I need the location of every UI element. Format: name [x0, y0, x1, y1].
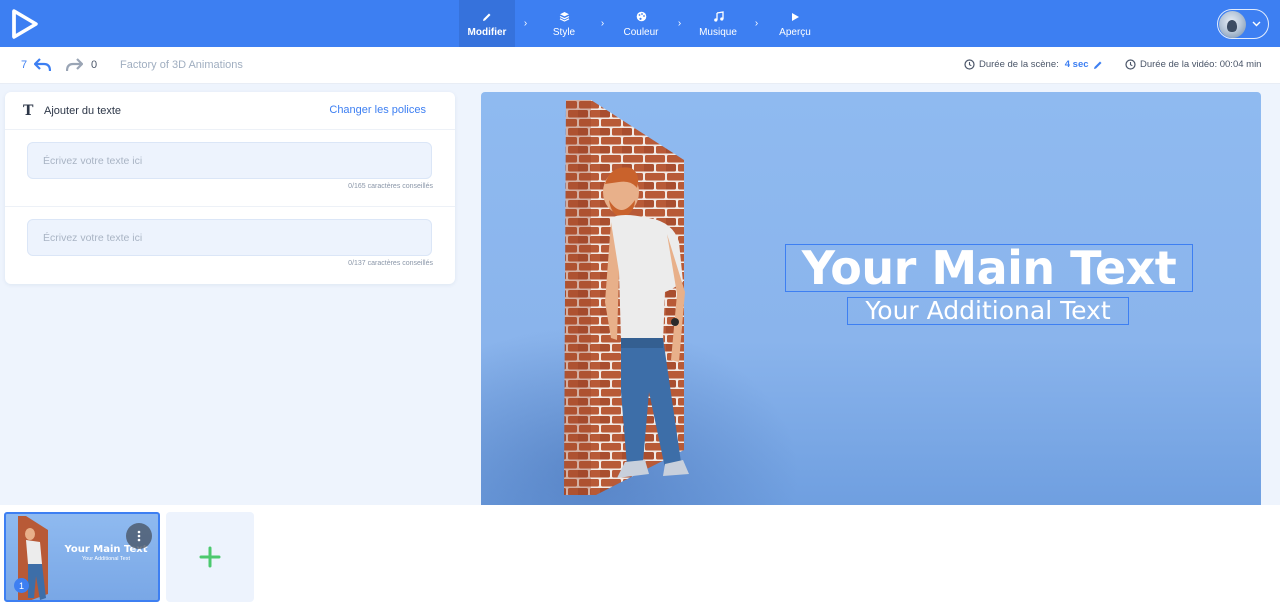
step-modifier[interactable]: Modifier [459, 0, 515, 47]
layers-icon [559, 10, 570, 24]
text-icon: T [23, 103, 34, 119]
text-field-block: 0/165 caractères conseillés [5, 130, 455, 207]
chevron-right-icon: › [754, 18, 759, 29]
chevron-down-icon [1252, 21, 1261, 27]
step-style[interactable]: Style [536, 0, 592, 47]
scene-duration-label: Durée de la scène: [979, 59, 1059, 70]
char-count-hint: 0/137 caractères conseillés [348, 260, 433, 267]
step-label: Modifier [467, 26, 507, 38]
plus-icon [199, 546, 221, 568]
scene-duration: Durée de la scène: 4 sec [964, 59, 1103, 70]
chevron-right-icon: › [600, 18, 605, 29]
video-duration-text: Durée de la vidéo: 00:04 min [1140, 59, 1262, 70]
clock-icon [1125, 59, 1136, 70]
main-text-input[interactable] [27, 142, 432, 179]
text-panel-title: Ajouter du texte [44, 105, 122, 117]
undo-count: 7 [21, 59, 28, 71]
char-count-hint: 0/165 caractères conseillés [348, 183, 433, 190]
scene-thumbnail[interactable]: Your Main Text Your Additional Text 1 [4, 512, 160, 602]
step-label: Style [552, 26, 576, 38]
step-couleur[interactable]: Couleur [613, 0, 669, 47]
redo-icon[interactable] [66, 58, 83, 72]
text-panel-header: T Ajouter du texte Changer les polices [5, 92, 455, 130]
palette-icon [636, 10, 647, 24]
thumbnail-sub-text: Your Additional Text [81, 556, 130, 562]
text-field-block: 0/137 caractères conseillés [5, 207, 455, 284]
chevron-right-icon: › [677, 18, 682, 29]
pencil-icon [482, 10, 492, 24]
preview-additional-text[interactable]: Your Additional Text [847, 297, 1129, 325]
project-name[interactable]: Factory of 3D Animations [120, 59, 243, 71]
more-options-icon[interactable] [126, 523, 152, 549]
step-label: Couleur [623, 26, 659, 38]
step-label: Aperçu [779, 26, 811, 38]
music-note-icon [713, 10, 724, 24]
top-navigation-bar: Modifier › Style › Couleur › Musique › A… [0, 0, 1280, 47]
undo-icon[interactable] [34, 58, 51, 72]
change-fonts-link[interactable]: Changer les polices [329, 104, 426, 116]
scene-duration-value[interactable]: 4 sec [1065, 59, 1089, 70]
user-menu[interactable] [1217, 9, 1269, 39]
scene-preview[interactable]: Your Main Text Your Additional Text [481, 92, 1261, 505]
text-panel: T Ajouter du texte Changer les polices 0… [5, 92, 455, 284]
avatar [1219, 10, 1246, 38]
preview-main-text[interactable]: Your Main Text [785, 244, 1193, 292]
edit-pencil-icon[interactable] [1093, 60, 1103, 70]
step-musique[interactable]: Musique [690, 0, 746, 47]
tired-man-illustration [603, 167, 689, 478]
add-scene-button[interactable] [166, 512, 254, 602]
scene-number-badge: 1 [14, 578, 29, 593]
step-label: Musique [699, 26, 737, 38]
app-logo-icon[interactable] [10, 8, 40, 40]
workflow-steps: Modifier › Style › Couleur › Musique › A… [459, 0, 823, 47]
play-icon [790, 10, 800, 24]
scene-timeline: Your Main Text Your Additional Text 1 [0, 505, 1280, 614]
redo-count: 0 [91, 59, 98, 71]
clock-icon [964, 59, 975, 70]
step-apercu[interactable]: Aperçu [767, 0, 823, 47]
video-duration: Durée de la vidéo: 00:04 min [1125, 59, 1261, 70]
editor-toolbar: 7 0 Factory of 3D Animations Durée de la… [0, 47, 1280, 84]
additional-text-input[interactable] [27, 219, 432, 256]
chevron-right-icon: › [523, 18, 528, 29]
